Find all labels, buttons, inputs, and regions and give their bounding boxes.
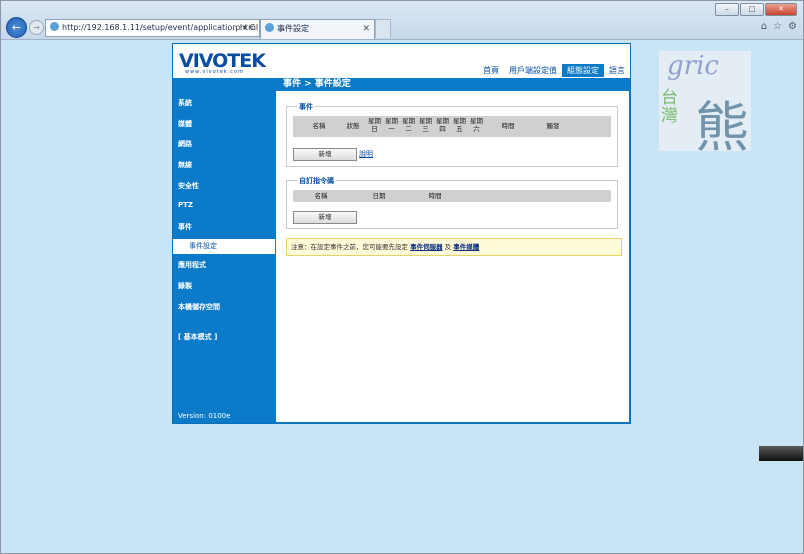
event-server-link[interactable]: 事件伺服器 <box>410 243 443 251</box>
watermark-big-char: 熊 <box>695 96 749 159</box>
custom-script-fieldset: 自訂指令碼 名稱 日期 時間 新增 <box>286 176 618 229</box>
sidebar-item-recording[interactable]: 錄製 <box>178 281 192 291</box>
col-name: 名稱 <box>312 122 326 130</box>
add-script-button[interactable]: 新增 <box>293 211 357 224</box>
sidebar-subitem-label: 事件設定 <box>189 242 217 250</box>
notice-and: 及 <box>444 243 452 251</box>
sidebar-item-media[interactable]: 媒體 <box>178 119 192 129</box>
sidebar-item-security[interactable]: 安全性 <box>178 181 199 191</box>
col-script-name: 名稱 <box>314 192 328 200</box>
maximize-button[interactable]: □ <box>740 3 764 16</box>
nav-configuration[interactable]: 組態設定 <box>562 64 604 77</box>
custom-script-legend: 自訂指令碼 <box>297 176 336 186</box>
main-content: 事件 名稱 狀態 星期 日 星期 一 星期 二 星期 三 星期 四 星期 五 星… <box>276 91 629 422</box>
minimize-button[interactable]: – <box>715 3 739 16</box>
favorites-icon[interactable]: ☆ <box>773 21 782 32</box>
col-fri: 星期 五 <box>453 117 466 133</box>
sidebar-item-network[interactable]: 網路 <box>178 139 192 149</box>
sidebar-item-ptz[interactable]: PTZ <box>178 201 193 209</box>
watermark-small-chars: 台灣 <box>661 88 678 126</box>
forward-button[interactable]: → <box>29 20 44 35</box>
col-script-time: 時間 <box>428 192 442 200</box>
address-controls[interactable]: ρ ▾ C <box>235 20 255 36</box>
sidebar-item-local-storage[interactable]: 本機儲存空間 <box>178 302 220 312</box>
sidebar-subitem-event-settings[interactable]: 事件設定 <box>173 239 275 254</box>
col-status: 狀態 <box>346 122 360 130</box>
window-controls: – □ ✕ <box>715 3 797 16</box>
col-sat: 星期 六 <box>470 117 483 133</box>
url-text: http://192.168.1.11/setup/event/applicat… <box>62 23 259 32</box>
nav-home[interactable]: 首頁 <box>478 64 504 77</box>
event-table-header: 名稱 狀態 星期 日 星期 一 星期 二 星期 三 星期 四 星期 五 星期 六… <box>293 116 611 137</box>
camera-setup-page: VIVOTEK www.vivotek.com 首頁 用戶端設定值 組態設定 語… <box>172 43 631 424</box>
browser-tools: ⌂ ☆ ⚙ <box>761 21 797 32</box>
help-link[interactable]: 說明 <box>359 149 373 159</box>
new-tab-button[interactable] <box>375 19 391 38</box>
col-tue: 星期 二 <box>402 117 415 133</box>
page-title: 事件 > 事件設定 <box>283 79 351 89</box>
top-navigation: 首頁 用戶端設定值 組態設定 語言 <box>478 64 630 77</box>
col-trigger: 觸發 <box>546 122 560 130</box>
sidebar-item-event[interactable]: 事件 <box>178 222 192 232</box>
browser-window: – □ ✕ ← → http://192.168.1.11/setup/even… <box>0 0 804 554</box>
add-event-button[interactable]: 新增 <box>293 148 357 161</box>
sidebar-item-system[interactable]: 系統 <box>178 98 192 108</box>
tab-close-icon[interactable]: ✕ <box>362 20 370 38</box>
nav-language[interactable]: 語言 <box>604 64 630 77</box>
logo-subtitle: www.vivotek.com <box>185 69 244 75</box>
col-time: 時間 <box>501 122 515 130</box>
browser-chrome: – □ ✕ ← → http://192.168.1.11/setup/even… <box>1 1 803 40</box>
watermark-word: gric <box>667 51 719 81</box>
event-legend: 事件 <box>297 102 315 112</box>
close-window-button[interactable]: ✕ <box>765 3 797 16</box>
watermark-logo: gric 台灣 熊 <box>659 51 751 159</box>
tab-title: 事件設定 <box>277 24 309 33</box>
floating-toolbar-tab[interactable] <box>759 446 803 461</box>
event-media-link[interactable]: 事件媒體 <box>453 243 479 251</box>
nav-client-settings[interactable]: 用戶端設定值 <box>504 64 562 77</box>
home-icon[interactable]: ⌂ <box>761 21 767 32</box>
back-button[interactable]: ← <box>6 17 27 38</box>
col-mon: 星期 一 <box>385 117 398 133</box>
version-label: Version: 0100e <box>178 412 231 420</box>
page-header: VIVOTEK www.vivotek.com 首頁 用戶端設定值 組態設定 語… <box>173 44 630 78</box>
basic-mode-link[interactable]: [ 基本模式 ] <box>178 332 217 342</box>
settings-gear-icon[interactable]: ⚙ <box>788 21 797 32</box>
sidebar-item-wireless[interactable]: 無線 <box>178 160 192 170</box>
page-favicon-icon <box>50 22 59 31</box>
notice-text: 注意：在設定事件之前，您可能要先設定 <box>291 243 408 251</box>
title-bar: 事件 > 事件設定 <box>173 78 630 91</box>
browser-tab[interactable]: 事件設定 ✕ <box>260 19 375 39</box>
col-wed: 星期 三 <box>419 117 432 133</box>
sidebar-item-applications[interactable]: 應用程式 <box>178 260 206 270</box>
event-fieldset: 事件 名稱 狀態 星期 日 星期 一 星期 二 星期 三 星期 四 星期 五 星… <box>286 102 618 167</box>
col-sun: 星期 日 <box>368 117 381 133</box>
sidebar: 系統 媒體 網路 無線 安全性 PTZ 事件 事件設定 應用程式 錄製 本機儲存… <box>173 91 275 423</box>
col-thu: 星期 四 <box>436 117 449 133</box>
custom-script-table-header: 名稱 日期 時間 <box>293 190 611 202</box>
address-bar[interactable]: http://192.168.1.11/setup/event/applicat… <box>45 19 260 37</box>
notice-box: 注意：在設定事件之前，您可能要先設定 事件伺服器 及 事件媒體 <box>286 238 622 256</box>
tab-favicon-icon <box>265 23 274 32</box>
col-script-date: 日期 <box>372 192 386 200</box>
